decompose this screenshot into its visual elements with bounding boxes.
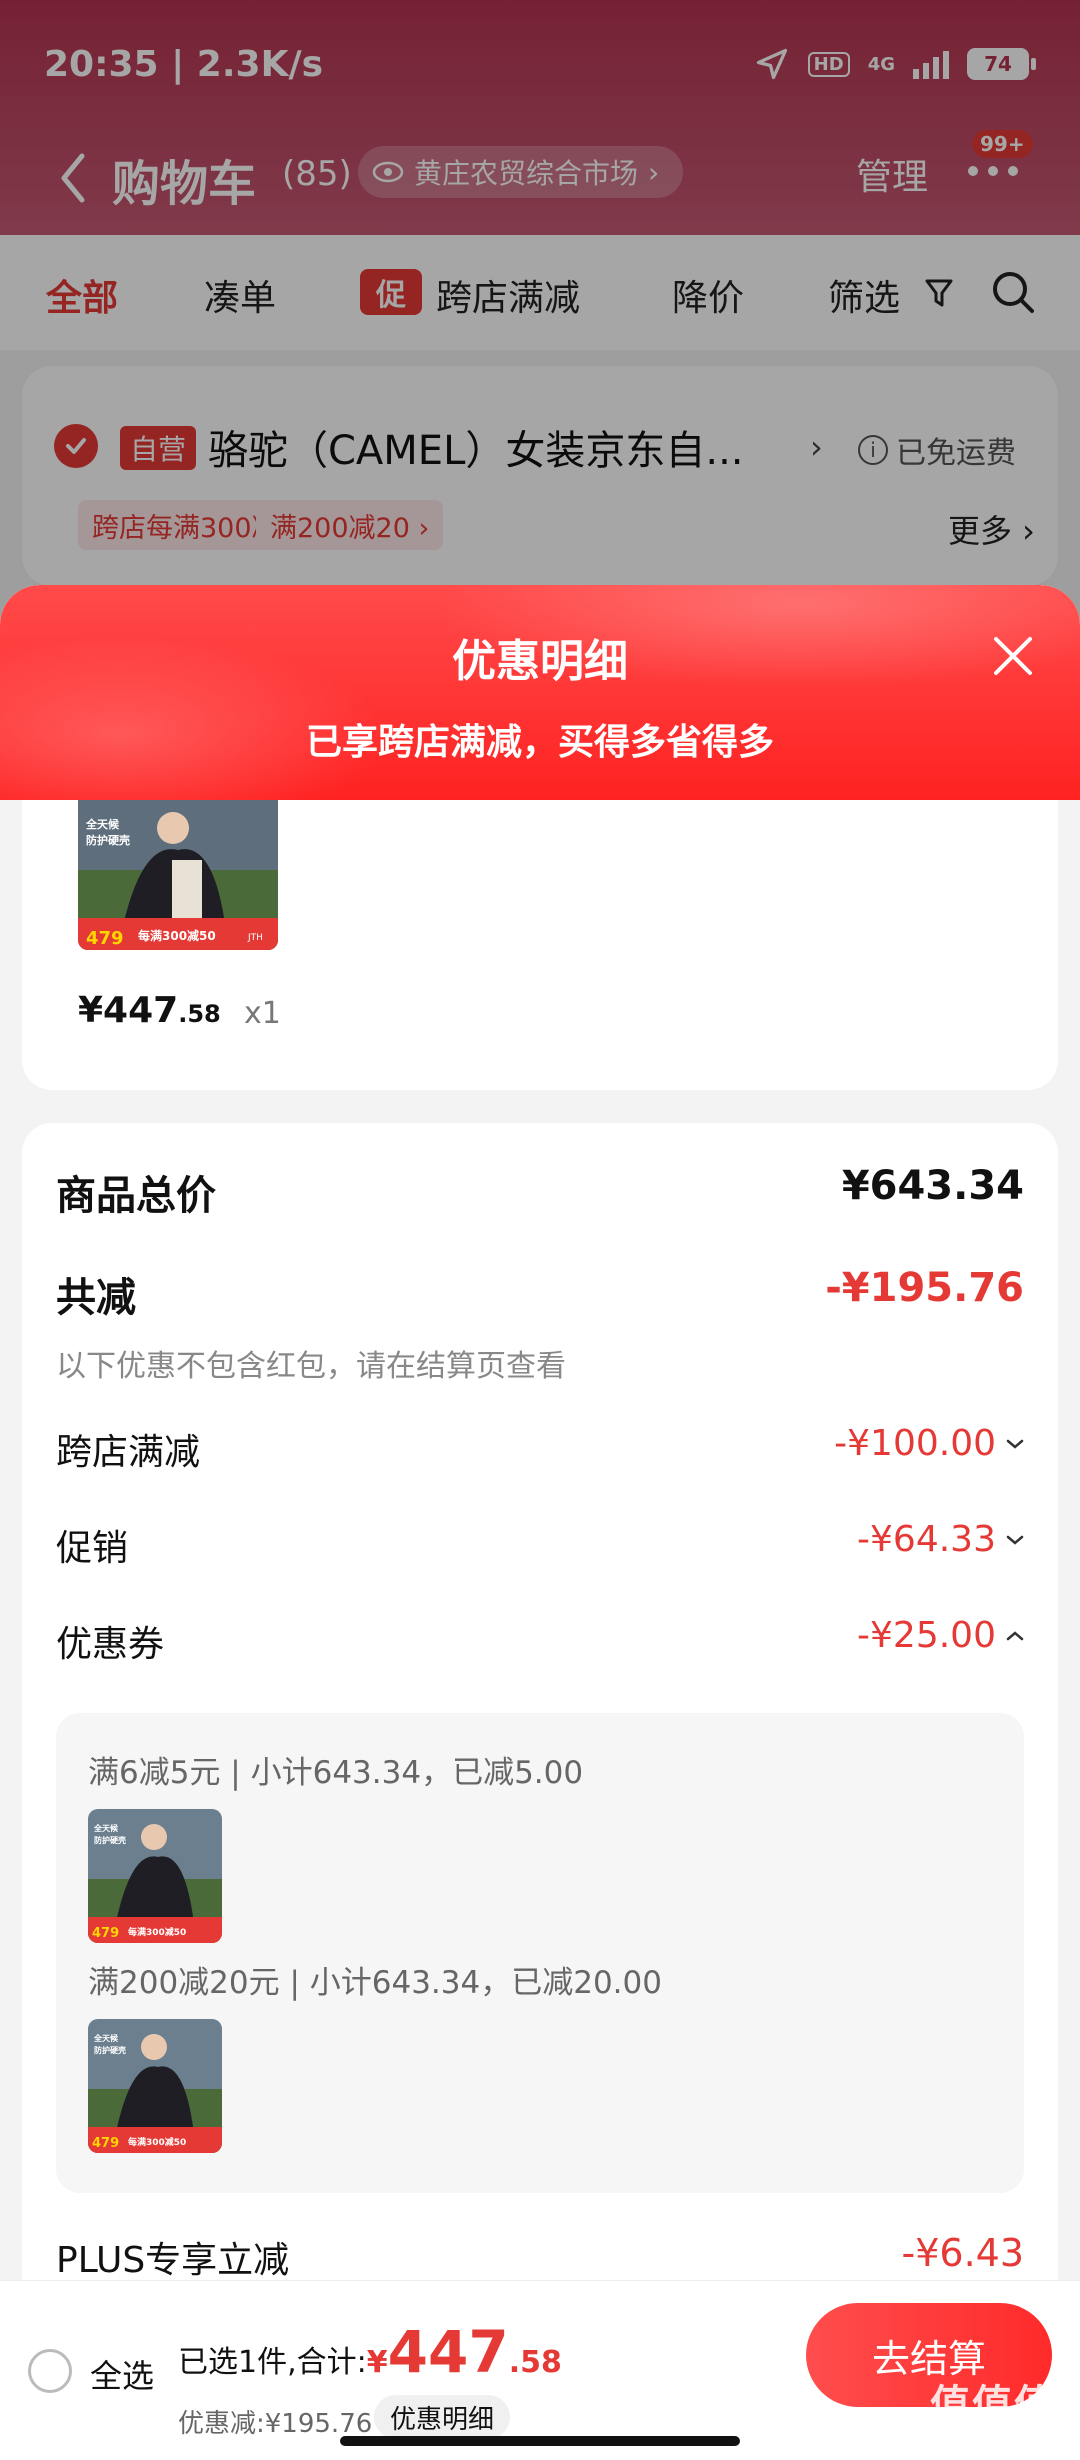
coupon-line: 满200减20元 | 小计643.34，已减20.00	[88, 1965, 662, 2001]
close-icon[interactable]	[990, 633, 1036, 679]
plus-discount-label: PLUS专享立减	[56, 2240, 290, 2281]
saving-amount: 优惠减:¥195.76	[178, 2409, 373, 2439]
cross-store-label: 跨店满减	[56, 1432, 201, 1473]
svg-text:每满300减50: 每满300减50	[128, 1926, 186, 1938]
total-integer: 447	[387, 2318, 509, 2386]
sheet-title: 优惠明细	[452, 636, 628, 687]
total-price-value: ¥643.34	[841, 1163, 1024, 1209]
promotion-value: -¥64.33	[857, 1519, 996, 1560]
coupon-label: 优惠券	[56, 1624, 165, 1665]
product-image[interactable]: 全天候 防护硬壳 479 每满300减50 JTH	[78, 800, 278, 950]
total-price-label: 商品总价	[56, 1173, 216, 1219]
coupon-detail-box: 满6减5元 | 小计643.34，已减5.00 全天候 防护硬壳 479 每满3…	[56, 1713, 1024, 2193]
product-quantity: x1	[244, 996, 281, 1031]
coupon-line: 满6减5元 | 小计643.34，已减5.00	[88, 1755, 584, 1791]
promotion-row-toggle[interactable]: -¥64.33	[857, 1519, 1024, 1560]
discount-breakdown: 商品总价 ¥643.34 共减 -¥195.76 以下优惠不包含红包，请在结算页…	[22, 1123, 1058, 2460]
promotion-label: 促销	[56, 1528, 129, 1569]
total-currency: ¥	[366, 2345, 388, 2380]
product-image[interactable]: 全天候 防护硬壳 479 每满300减50	[88, 2019, 222, 2153]
chevron-up-icon	[1006, 1630, 1024, 1640]
discount-total-value: -¥195.76	[825, 1265, 1024, 1311]
discount-total-label: 共减	[56, 1275, 136, 1321]
svg-text:全天候: 全天候	[93, 2033, 119, 2043]
summary-prefix: 已选1件,合计:	[178, 2345, 367, 2380]
coupon-row-toggle[interactable]: -¥25.00	[857, 1615, 1024, 1656]
select-all-label[interactable]: 全选	[90, 2351, 154, 2397]
product-price: ¥447.58	[78, 990, 221, 1031]
thumb-line1: 全天候	[85, 817, 120, 831]
svg-text:全天候: 全天候	[93, 1823, 119, 1833]
discount-detail-button[interactable]: 优惠明细	[374, 2395, 511, 2439]
chevron-down-icon	[1006, 1439, 1024, 1449]
product-image[interactable]: 全天候 防护硬壳 479 每满300减50	[88, 1809, 222, 1943]
svg-text:479: 479	[92, 2136, 119, 2151]
discount-detail-sheet: 优惠明细 已享跨店满减，买得多省得多 全天候 防护硬壳 479 每满300减50…	[0, 585, 1080, 2460]
plus-discount-value: -¥6.43	[901, 2231, 1025, 2275]
order-summary: 已选1件,合计: ¥ 447 .58	[178, 2323, 562, 2381]
watermark-logo: 值值值	[930, 2382, 1056, 2428]
thumb-price: 479	[86, 928, 124, 949]
home-indicator[interactable]	[340, 2436, 740, 2446]
cross-store-value: -¥100.00	[834, 1423, 996, 1464]
coupon-value: -¥25.00	[857, 1615, 996, 1656]
sheet-subtitle: 已享跨店满减，买得多省得多	[305, 722, 774, 763]
watermark-url: zhizhizhi.com	[936, 2428, 1058, 2449]
thumb-line2: 防护硬壳	[86, 833, 130, 847]
cross-store-row-toggle[interactable]: -¥100.00	[834, 1423, 1024, 1464]
total-decimal: .58	[508, 2345, 562, 2380]
svg-text:479: 479	[92, 1926, 119, 1941]
chevron-down-icon	[1006, 1535, 1024, 1545]
discount-note: 以下优惠不包含红包，请在结算页查看	[56, 1349, 566, 1384]
thumb-brand: JTH	[247, 933, 263, 943]
svg-text:每满300减50: 每满300减50	[128, 2136, 186, 2148]
sheet-header: 优惠明细 已享跨店满减，买得多省得多	[0, 585, 1080, 800]
checkout-bar: 全选 已选1件,合计: ¥ 447 .58 优惠减:¥195.76 优惠明细 去…	[0, 2280, 1080, 2460]
svg-text:防护硬壳: 防护硬壳	[94, 2045, 126, 2055]
product-card: 全天候 防护硬壳 479 每满300减50 JTH ¥447.58 x1	[22, 800, 1058, 1090]
thumb-promo: 每满300减50	[138, 928, 216, 943]
select-all-checkbox[interactable]	[28, 2349, 72, 2393]
svg-text:防护硬壳: 防护硬壳	[94, 1835, 126, 1845]
